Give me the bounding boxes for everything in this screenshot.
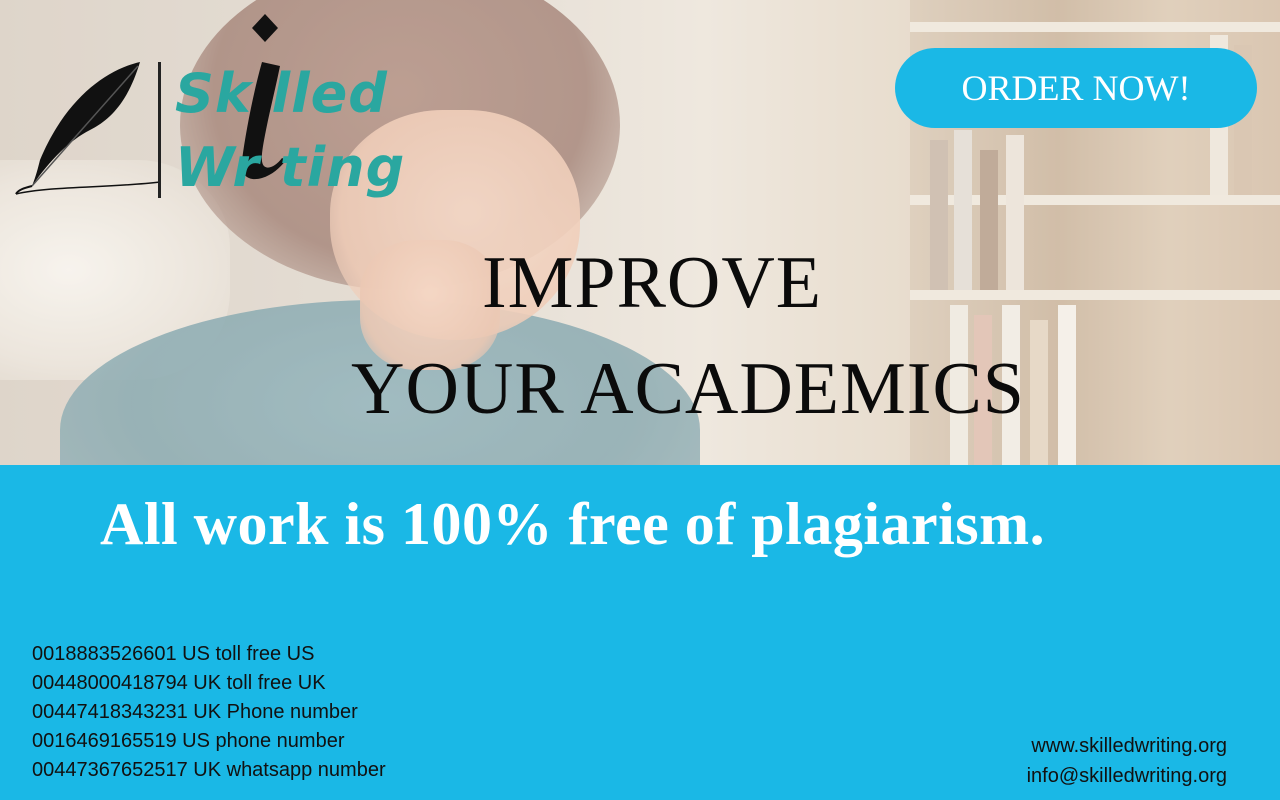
headline-line-1: IMPROVE [481, 242, 823, 324]
contact-item[interactable]: 00447418343231 UK Phone number [32, 698, 386, 727]
logo-text-writing: Wr ting [175, 136, 406, 199]
logo-text-skilled: Sk lled [175, 62, 388, 125]
contact-list: 0018883526601 US toll free US 0044800041… [32, 640, 386, 785]
email-link[interactable]: info@skilledwriting.org [1027, 761, 1227, 791]
contact-item[interactable]: 0018883526601 US toll free US [32, 640, 386, 669]
order-now-button[interactable]: ORDER NOW! [895, 48, 1257, 128]
contact-item[interactable]: 00448000418794 UK toll free UK [32, 669, 386, 698]
contact-item[interactable]: 0016469165519 US phone number [32, 727, 386, 756]
logo-divider [158, 62, 161, 198]
tagline: All work is 100% free of plagiarism. [100, 491, 1046, 557]
web-contacts: www.skilledwriting.org info@skilledwriti… [1027, 731, 1227, 791]
contact-item[interactable]: 00447367652517 UK whatsapp number [32, 756, 386, 785]
skilled-writing-logo[interactable]: Sk lled Wr ting [10, 10, 450, 200]
website-link[interactable]: www.skilledwriting.org [1027, 731, 1227, 761]
headline-line-2: YOUR ACADEMICS [351, 348, 1025, 430]
